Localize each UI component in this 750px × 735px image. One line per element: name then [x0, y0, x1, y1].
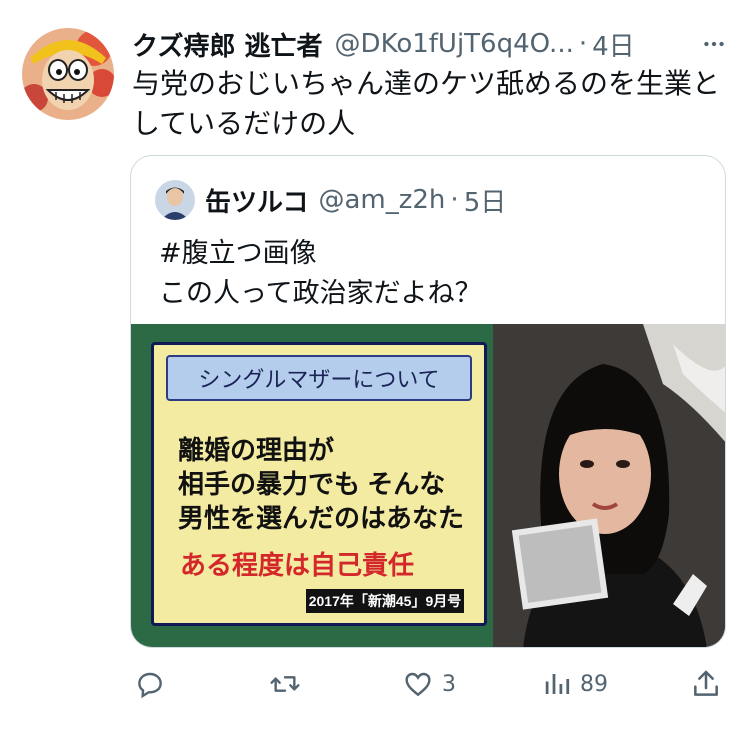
tweet-timestamp[interactable]: 4日 [592, 26, 635, 63]
like-button[interactable]: 3 [402, 664, 456, 704]
author-display-name[interactable]: クズ痔郎 逃亡者 [132, 26, 323, 63]
caption-line: 相手の暴力でも そんな [178, 469, 446, 499]
views-chart-icon [545, 674, 570, 694]
quoted-hashtag[interactable]: #腹立つ画像 [159, 234, 482, 274]
quoted-media-image[interactable]: シングルマザーについて 離婚の理由が 相手の暴力でも そんな 男性を選んだのはあ… [131, 324, 725, 647]
caption-line: 離婚の理由が [178, 435, 335, 465]
tweet-text-line: しているだけの人 [132, 107, 356, 140]
quoted-author-avatar [155, 180, 195, 220]
like-count: 3 [442, 671, 456, 697]
quoted-tweet-header: 缶ツルコ @am_z2h · 5日 [155, 180, 506, 220]
quoted-handle[interactable]: @am_z2h [318, 185, 445, 215]
caption-source: 2017年「新潮45」9月号 [306, 589, 464, 613]
author-avatar[interactable] [22, 28, 114, 120]
separator-dot: · [578, 29, 588, 59]
tweet-header: クズ痔郎 逃亡者 @DKo1fUjT6q4O... · 4日 [132, 26, 732, 62]
reply-icon [138, 672, 162, 699]
author-handle[interactable]: @DKo1fUjT6q4O... [335, 29, 574, 59]
tweet-action-bar: 3 89 [130, 664, 726, 704]
retweet-button[interactable] [268, 664, 302, 704]
separator-dot: · [450, 185, 459, 215]
views-count: 89 [580, 671, 608, 697]
retweet-icon [270, 676, 300, 692]
share-icon [694, 670, 718, 696]
quoted-tweet-text: #腹立つ画像 この人って政治家だよね？ [159, 234, 482, 314]
caption-panel: シングルマザーについて 離婚の理由が 相手の暴力でも そんな 男性を選んだのはあ… [151, 342, 487, 626]
caption-panel-body: 離婚の理由が 相手の暴力でも そんな 男性を選んだのはあなた [178, 433, 464, 535]
quoted-display-name[interactable]: 缶ツルコ [205, 182, 308, 219]
caption-line: 男性を選んだのはあなた [178, 503, 465, 533]
reply-button[interactable] [134, 664, 166, 704]
quoted-text-line: この人って政治家だよね？ [159, 278, 482, 309]
tweet-text-line: 与党のおじいちゃん達のケツ舐めるのを生業と [132, 67, 721, 100]
politician-photo [493, 324, 725, 647]
quoted-timestamp[interactable]: 5日 [464, 182, 507, 219]
views-button[interactable]: 89 [542, 664, 608, 704]
caption-panel-title: シングルマザーについて [166, 355, 472, 401]
tweet-text: 与党のおじいちゃん達のケツ舐めるのを生業と しているだけの人 [132, 64, 732, 144]
share-button[interactable] [690, 664, 722, 704]
heart-icon [405, 672, 431, 697]
more-horizontal-icon[interactable] [696, 26, 732, 62]
quoted-tweet-card[interactable]: 缶ツルコ @am_z2h · 5日 #腹立つ画像 この人って政治家だよね？ シン… [130, 155, 726, 648]
caption-emphasis: ある程度は自己責任 [180, 550, 415, 580]
